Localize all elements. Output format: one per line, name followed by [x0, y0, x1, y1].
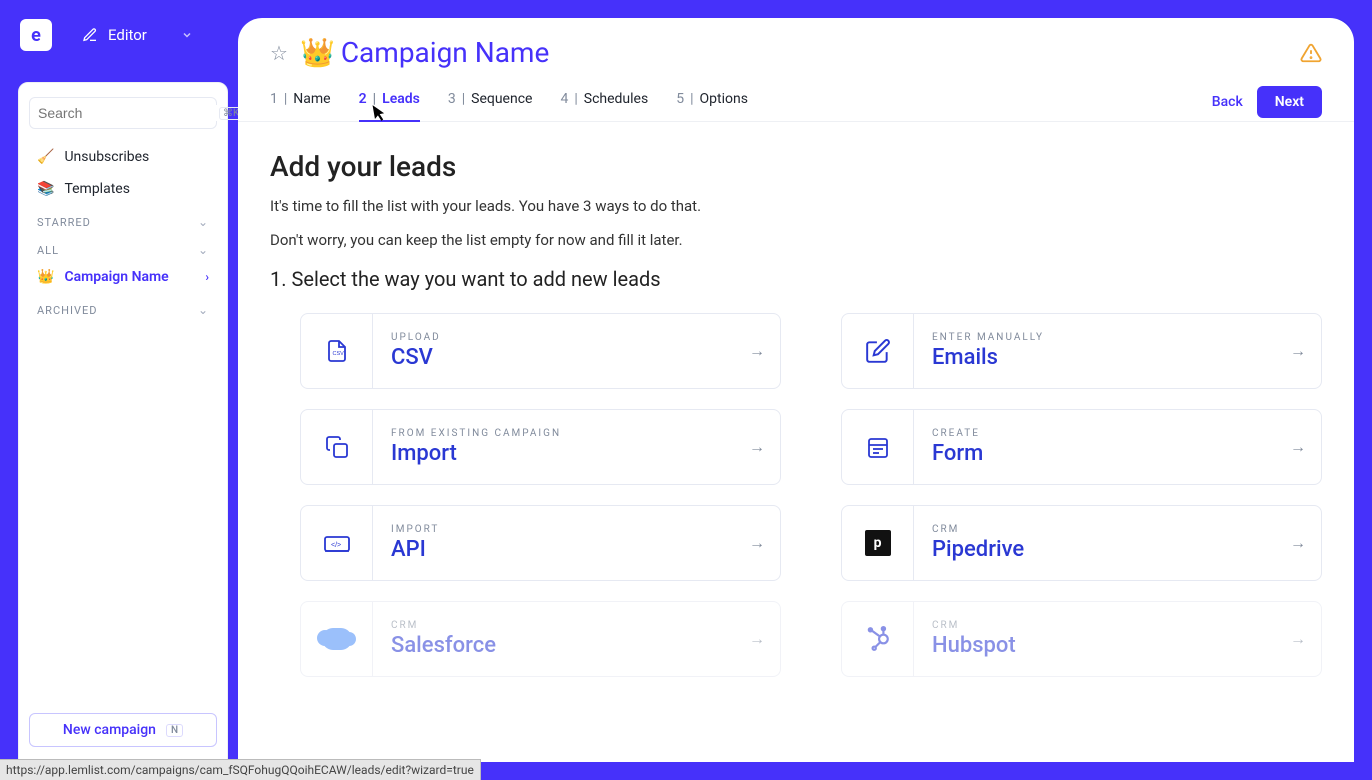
step-tabs: 1|Name 2|Leads 3|Sequence 4|Schedules 5|…: [238, 69, 1354, 122]
tab-options[interactable]: 5|Options: [676, 83, 748, 121]
sidebar-item-unsubscribes[interactable]: 🧹 Unsubscribes: [27, 141, 219, 173]
svg-text:</>: </>: [331, 542, 341, 549]
card-label: Pipedrive: [932, 537, 1275, 562]
sidebar-cat-starred[interactable]: STARRED ⌄: [27, 205, 219, 233]
tab-sequence[interactable]: 3|Sequence: [448, 83, 533, 121]
unsubscribes-icon: 🧹: [37, 149, 54, 165]
tab-leads[interactable]: 2|Leads: [359, 83, 420, 121]
arrow-right-icon: →: [1275, 602, 1321, 676]
sidebar-item-templates[interactable]: 📚 Templates: [27, 173, 219, 205]
new-campaign-button[interactable]: New campaign N: [29, 713, 217, 747]
arrow-right-icon: →: [1275, 314, 1321, 388]
card-eyebrow: FROM EXISTING CAMPAIGN: [391, 428, 734, 439]
sidebar: ⌘K 🧹 Unsubscribes 📚 Templates STARRED ⌄ …: [18, 82, 228, 762]
new-campaign-kbd: N: [166, 724, 183, 737]
lead-source-hubspot: CRM Hubspot→: [841, 601, 1322, 677]
card-eyebrow: CRM: [391, 620, 734, 631]
form-icon: [842, 410, 914, 484]
star-icon[interactable]: ☆: [270, 41, 288, 65]
tab-schedules[interactable]: 4|Schedules: [560, 83, 648, 121]
card-label: Hubspot: [932, 633, 1275, 658]
status-bar-url: https://app.lemlist.com/campaigns/cam_fS…: [0, 759, 481, 780]
tab-name[interactable]: 1|Name: [270, 83, 331, 121]
arrow-right-icon: →: [1275, 410, 1321, 484]
lead-source-salesforce: CRM Salesforce→: [300, 601, 781, 677]
campaign-title[interactable]: 👑 Campaign Name: [300, 36, 549, 69]
lead-source-import[interactable]: FROM EXISTING CAMPAIGN Import→: [300, 409, 781, 485]
card-eyebrow: CRM: [932, 620, 1275, 631]
lead-source-form[interactable]: CREATE Form→: [841, 409, 1322, 485]
copy-icon: [301, 410, 373, 484]
lead-source-api[interactable]: </> IMPORT API→: [300, 505, 781, 581]
arrow-right-icon: →: [734, 410, 780, 484]
crown-icon: 👑: [37, 269, 54, 285]
csv-icon: CSV: [301, 314, 373, 388]
page-intro-1: It's time to fill the list with your lea…: [270, 197, 1322, 215]
lead-source-pipedrive[interactable]: p CRM Pipedrive→: [841, 505, 1322, 581]
card-eyebrow: IMPORT: [391, 524, 734, 535]
card-eyebrow: ENTER MANUALLY: [932, 332, 1275, 343]
back-button[interactable]: Back: [1212, 94, 1243, 110]
arrow-right-icon: →: [1275, 506, 1321, 580]
page-intro-2: Don't worry, you can keep the list empty…: [270, 231, 1322, 249]
svg-text:CSV: CSV: [332, 351, 344, 357]
card-eyebrow: UPLOAD: [391, 332, 734, 343]
content-area: Add your leads It's time to fill the lis…: [238, 122, 1354, 736]
sidebar-cat-all[interactable]: ALL ⌄: [27, 233, 219, 261]
chevron-right-icon: ›: [205, 270, 209, 284]
card-label: Emails: [932, 345, 1275, 370]
arrow-right-icon: →: [734, 314, 780, 388]
page-heading: Add your leads: [270, 150, 1322, 183]
arrow-right-icon: →: [734, 602, 780, 676]
warning-icon[interactable]: [1300, 42, 1322, 64]
section-heading: 1. Select the way you want to add new le…: [270, 267, 1322, 291]
card-eyebrow: CRM: [932, 524, 1275, 535]
chevron-down-icon: ⌄: [198, 303, 209, 317]
card-label: API: [391, 537, 734, 562]
lead-source-csv[interactable]: CSVUPLOADCSV→: [300, 313, 781, 389]
card-label: Form: [932, 441, 1275, 466]
card-label: Import: [391, 441, 734, 466]
next-button[interactable]: Next: [1257, 86, 1322, 118]
api-icon: </>: [301, 506, 373, 580]
card-label: Salesforce: [391, 633, 734, 658]
templates-icon: 📚: [37, 181, 54, 197]
hubspot-icon: [842, 602, 914, 676]
search-input[interactable]: ⌘K: [29, 97, 217, 129]
arrow-right-icon: →: [734, 506, 780, 580]
chevron-down-icon: ⌄: [198, 215, 209, 229]
sidebar-cat-archived[interactable]: ARCHIVED ⌄: [27, 293, 219, 321]
card-label: CSV: [391, 345, 734, 370]
chevron-down-icon: ⌄: [198, 243, 209, 257]
lead-source-emails[interactable]: ENTER MANUALLY Emails→: [841, 313, 1322, 389]
pipedrive-icon: p: [842, 506, 914, 580]
crown-icon: 👑: [300, 36, 335, 69]
salesforce-icon: [301, 602, 373, 676]
main-panel: ☆ 👑 Campaign Name 1|Name 2|Leads 3|Seque…: [238, 18, 1354, 762]
card-eyebrow: CREATE: [932, 428, 1275, 439]
sidebar-item-campaign[interactable]: 👑 Campaign Name ›: [27, 261, 219, 293]
pencil-icon: [842, 314, 914, 388]
